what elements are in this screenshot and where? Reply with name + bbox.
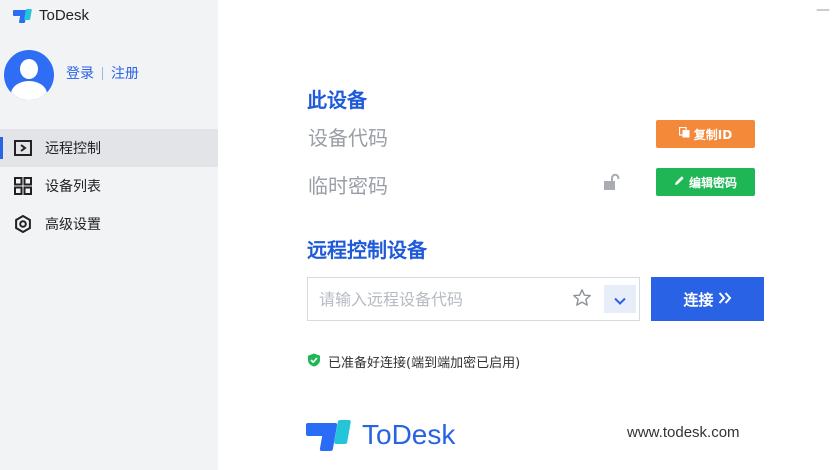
app-name: ToDesk [39,7,90,24]
temp-password-label: 临时密码 [308,174,388,198]
footer-brand: ToDesk [306,418,455,452]
remote-control-icon [14,139,32,157]
pencil-icon [674,175,685,189]
minimize-button[interactable]: — [816,2,830,18]
gear-icon [14,215,32,233]
user-area: 登录 注册 [4,50,139,100]
auth-divider [102,66,103,80]
website-link[interactable]: www.todesk.com [627,424,740,441]
sidebar-item-remote-control[interactable]: 远程控制 [0,129,218,167]
lock-icon[interactable] [603,173,623,195]
double-chevron-right-icon [718,290,732,308]
sidebar-item-label: 远程控制 [45,141,101,157]
register-link[interactable]: 注册 [111,63,139,83]
check-shield-icon [307,353,321,371]
todesk-logo-icon [13,8,33,24]
auth-links: 登录 注册 [66,63,139,83]
footer-brand-name: ToDesk [362,419,456,450]
status-text: 已准备好连接(端到端加密已启用) [328,356,521,371]
copy-id-label: 复制ID [693,127,733,142]
edit-password-button[interactable]: 编辑密码 [656,168,755,196]
todesk-window: ToDesk 登录 注册 远程控制 设备列表 高级设置 — 此设备 设备代码 复… [0,0,836,470]
connection-status: 已准备好连接(端到端加密已启用) [307,352,520,371]
avatar-icon[interactable] [4,50,54,100]
todesk-logo-icon [306,418,354,452]
sidebar-item-label: 设备列表 [45,179,101,195]
chevron-down-icon [614,290,626,309]
app-brand: ToDesk [13,7,89,24]
sidebar-nav: 远程控制 设备列表 高级设置 [0,129,218,243]
sidebar: ToDesk 登录 注册 远程控制 设备列表 高级设置 [0,0,218,470]
connect-label: 连接 [683,290,714,309]
remote-code-input[interactable] [308,278,563,320]
this-device-title: 此设备 [307,88,367,112]
copy-icon [678,126,690,141]
sidebar-item-advanced-settings[interactable]: 高级设置 [0,205,218,243]
star-icon[interactable] [572,288,592,312]
edit-password-label: 编辑密码 [688,175,737,190]
history-dropdown-button[interactable] [604,285,636,313]
grid-icon [14,177,32,195]
connect-button[interactable]: 连接 [651,277,764,321]
remote-code-field [307,277,640,321]
login-link[interactable]: 登录 [66,63,94,83]
remote-control-title: 远程控制设备 [307,238,427,262]
sidebar-item-label: 高级设置 [45,217,101,233]
device-code-label: 设备代码 [308,126,388,150]
sidebar-item-device-list[interactable]: 设备列表 [0,167,218,205]
copy-id-button[interactable]: 复制ID [656,120,755,148]
